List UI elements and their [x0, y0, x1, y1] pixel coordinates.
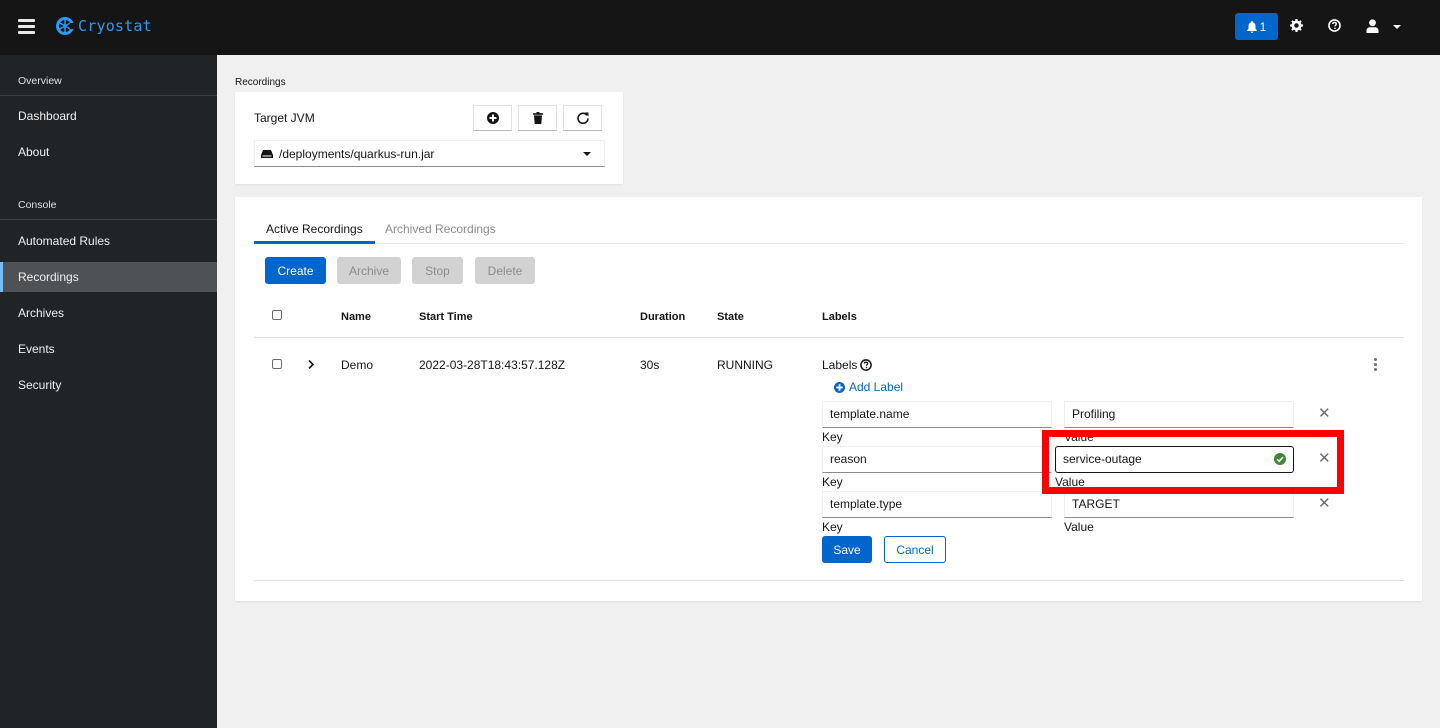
key-caption: Key: [822, 520, 843, 534]
recording-name: Demo: [341, 358, 374, 372]
sidebar-item-dashboard[interactable]: Dashboard: [0, 101, 217, 131]
target-jvm-value: /deployments/quarkus-run.jar: [279, 146, 435, 161]
sidebar-item-about[interactable]: About: [0, 137, 217, 167]
recordings-card: Active Recordings Archived Recordings Cr…: [235, 197, 1422, 601]
value-caption: Value: [1055, 475, 1085, 489]
tab-active-recordings[interactable]: Active Recordings: [254, 217, 375, 244]
label-key-input[interactable]: reason: [822, 446, 1052, 473]
column-header-duration[interactable]: Duration: [640, 311, 685, 323]
value-caption: Value: [1064, 430, 1094, 444]
select-all-checkbox[interactable]: [272, 310, 282, 320]
cancel-button[interactable]: Cancel: [884, 536, 946, 563]
recording-state: RUNNING: [717, 358, 773, 372]
add-label-button[interactable]: Add Label: [834, 380, 903, 394]
label-value-input[interactable]: TARGET: [1064, 491, 1294, 518]
column-header-labels: Labels: [822, 311, 857, 323]
help-icon[interactable]: [860, 359, 873, 371]
label-value-input[interactable]: Profiling: [1064, 401, 1294, 428]
recordings-tabs: Active Recordings Archived Recordings: [254, 217, 1404, 244]
brand-logo[interactable]: Cryostat: [55, 16, 152, 36]
refresh-targets-button[interactable]: [563, 105, 602, 131]
nav-divider: [0, 219, 217, 220]
gear-icon[interactable]: [1290, 19, 1303, 32]
sidebar-item-archives[interactable]: Archives: [0, 298, 217, 328]
help-icon[interactable]: [1328, 19, 1341, 32]
value-caption: Value: [1064, 520, 1094, 534]
labels-editor-title: Labels: [822, 358, 873, 372]
label-key-input[interactable]: template.name: [822, 401, 1052, 428]
sidebar-item-recordings[interactable]: Recordings: [0, 262, 217, 292]
labels-title-text: Labels: [822, 358, 858, 372]
column-header-start-time[interactable]: Start Time: [419, 311, 473, 323]
target-jvm-card: Target JVM /deployments/quarkus-run.jar: [235, 92, 623, 184]
key-caption: Key: [822, 430, 843, 444]
sidebar-item-events[interactable]: Events: [0, 334, 217, 364]
delete-button[interactable]: Delete: [475, 257, 535, 284]
add-target-button[interactable]: [473, 105, 512, 131]
sidebar-item-automated-rules[interactable]: Automated Rules: [0, 226, 217, 256]
remove-label-icon[interactable]: ✕: [1318, 494, 1331, 512]
remove-label-icon[interactable]: ✕: [1318, 449, 1331, 467]
caret-down-icon[interactable]: [1393, 25, 1401, 29]
save-button[interactable]: Save: [822, 536, 872, 563]
refresh-icon: [576, 112, 589, 124]
key-caption: Key: [822, 475, 843, 489]
plus-circle-icon: [834, 381, 845, 393]
caret-down-icon: [583, 152, 591, 156]
page-title: Recordings: [235, 77, 286, 88]
row-divider: [254, 580, 1404, 581]
label-key-input[interactable]: template.type: [822, 491, 1052, 518]
check-circle-icon: [1274, 453, 1286, 465]
recording-duration: 30s: [640, 358, 660, 372]
column-header-name[interactable]: Name: [341, 311, 371, 323]
nav-section-overview: Overview: [18, 75, 62, 87]
brand-name: Cryostat: [78, 17, 152, 35]
column-header-state[interactable]: State: [717, 311, 744, 323]
nav-divider: [0, 95, 217, 96]
tab-archived-recordings[interactable]: Archived Recordings: [373, 217, 508, 244]
recording-start-time: 2022-03-28T18:43:57.128Z: [419, 358, 566, 372]
row-checkbox[interactable]: [272, 359, 282, 369]
delete-target-button[interactable]: [518, 105, 557, 131]
sidebar: Overview Dashboard About Console Automat…: [0, 55, 217, 728]
label-value-text: service-outage: [1063, 452, 1142, 466]
target-jvm-label: Target JVM: [254, 111, 315, 125]
bell-icon: [1246, 20, 1257, 33]
notification-count: 1: [1259, 19, 1267, 34]
notifications-button[interactable]: 1: [1235, 13, 1278, 40]
sidebar-item-security[interactable]: Security: [0, 370, 217, 400]
archive-button[interactable]: Archive: [337, 257, 401, 284]
server-icon: [261, 149, 273, 158]
chevron-right-icon[interactable]: [308, 360, 314, 369]
cryostat-logo-icon: [56, 17, 75, 35]
masthead: Cryostat 1: [0, 0, 1440, 55]
user-icon[interactable]: [1366, 19, 1379, 33]
add-label-text: Add Label: [849, 380, 904, 394]
header-divider: [254, 337, 1404, 338]
stop-button[interactable]: Stop: [412, 257, 463, 284]
plus-circle-icon: [486, 112, 499, 124]
menu-icon[interactable]: [18, 19, 35, 34]
nav-section-console: Console: [18, 199, 57, 211]
label-value-input-focused[interactable]: service-outage: [1055, 446, 1294, 473]
target-jvm-select[interactable]: /deployments/quarkus-run.jar: [254, 140, 605, 167]
trash-icon: [532, 112, 543, 124]
create-button[interactable]: Create: [265, 257, 326, 284]
kebab-menu-icon[interactable]: [1371, 358, 1379, 372]
remove-label-icon[interactable]: ✕: [1318, 404, 1331, 422]
